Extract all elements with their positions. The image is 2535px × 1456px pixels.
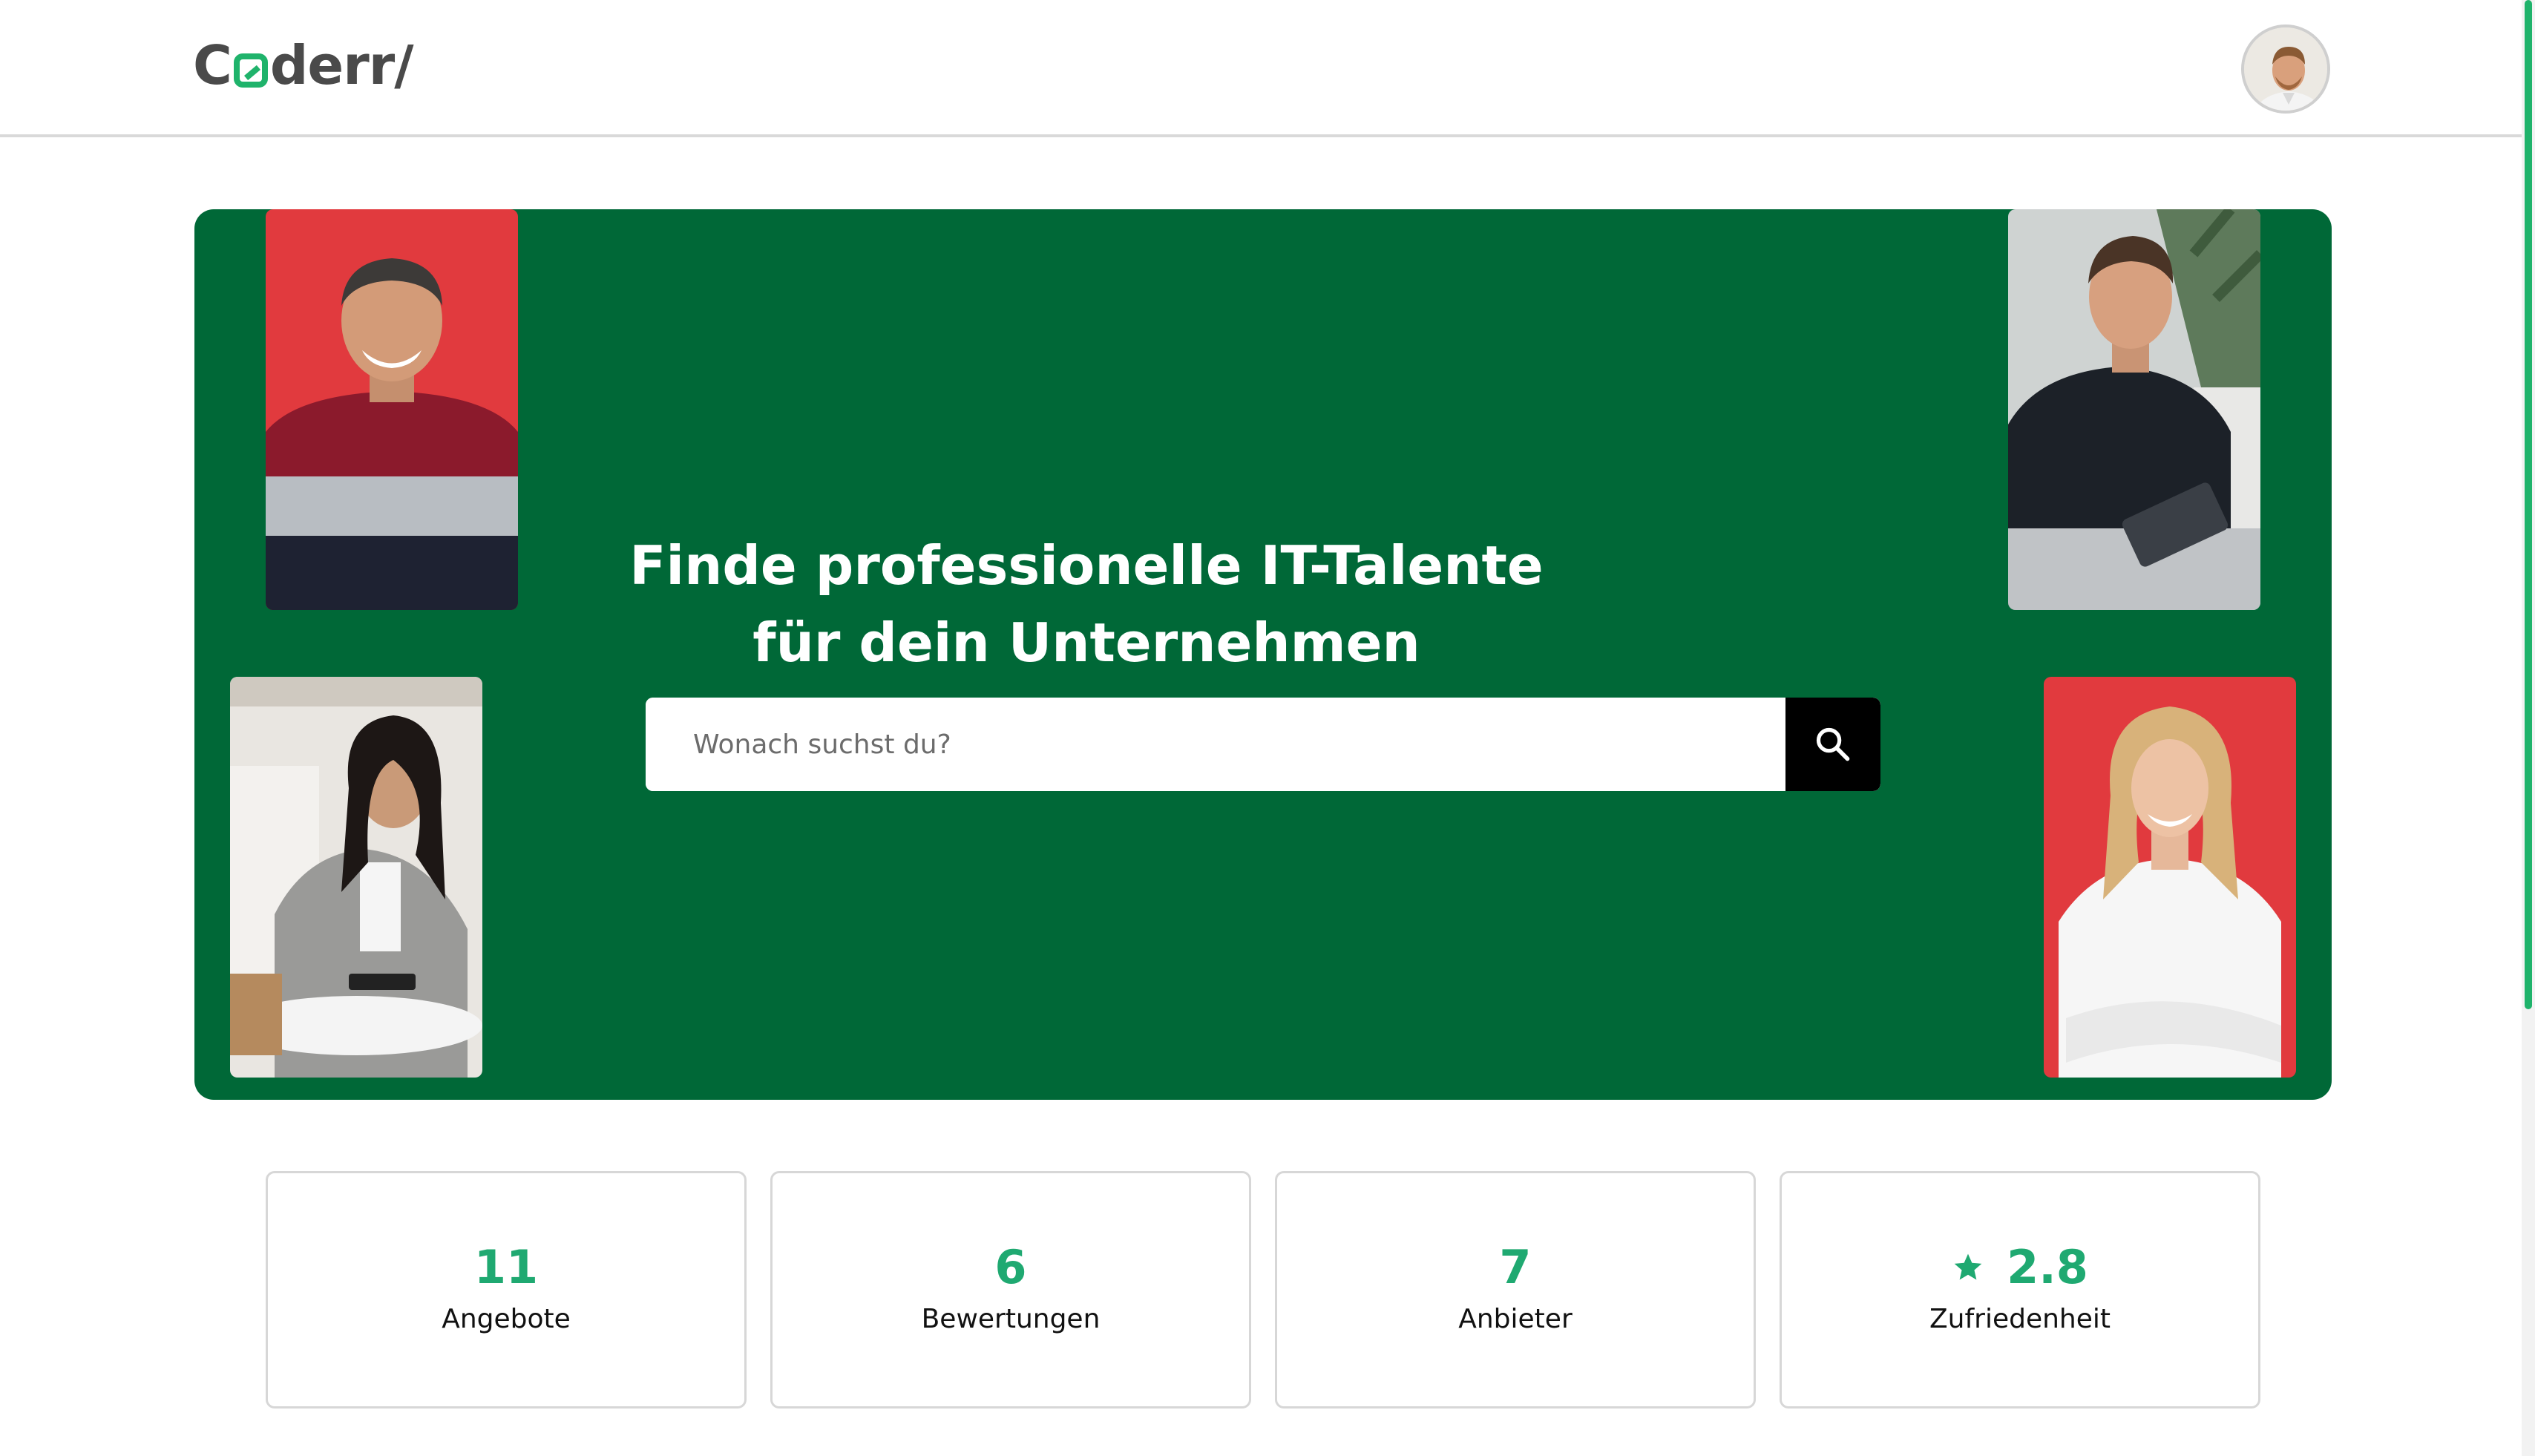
top-navbar: Cderr/ (0, 0, 2522, 137)
talent-photo-woman-blonde (2044, 677, 2296, 1078)
stat-card-satisfaction: 2.8 Zufriedenheit (1780, 1171, 2260, 1409)
stat-value: 6 (994, 1240, 1027, 1294)
stat-value: 11 (473, 1240, 539, 1294)
star-icon (1954, 1253, 1982, 1280)
logo-mark-icon (233, 53, 268, 88)
search-bar (646, 698, 1880, 791)
stat-label: Angebote (442, 1304, 571, 1334)
stats-section: 11 Angebote 6 Bewertungen 7 Anbieter 2.8… (266, 1171, 2262, 1409)
stat-card-reviews: 6 Bewertungen (770, 1171, 1251, 1409)
search-button[interactable] (1785, 698, 1880, 791)
stat-card-providers: 7 Anbieter (1275, 1171, 1756, 1409)
talent-photo-woman-phone (230, 677, 482, 1078)
stat-label: Bewertungen (921, 1304, 1101, 1334)
scrollbar-thumb[interactable] (2525, 0, 2532, 1009)
hero-title: Finde professionelle IT-Talente für dein… (629, 534, 1544, 675)
stat-card-offers: 11 Angebote (266, 1171, 747, 1409)
talent-photo-man-tablet (2008, 209, 2260, 610)
search-input[interactable] (646, 698, 1785, 791)
stat-label: Anbieter (1458, 1304, 1573, 1334)
stat-label: Zufriedenheit (1929, 1304, 2111, 1334)
coderr-logo[interactable]: Cderr/ (193, 30, 414, 101)
talent-photo-man-red-sweater (266, 209, 518, 610)
user-avatar[interactable] (2241, 24, 2330, 114)
stat-value: 7 (1499, 1240, 1532, 1294)
stat-value: 2.8 (1952, 1241, 2088, 1294)
hero-banner: Finde professionelle IT-Talente für dein… (194, 209, 2332, 1100)
search-icon (1816, 727, 1850, 761)
